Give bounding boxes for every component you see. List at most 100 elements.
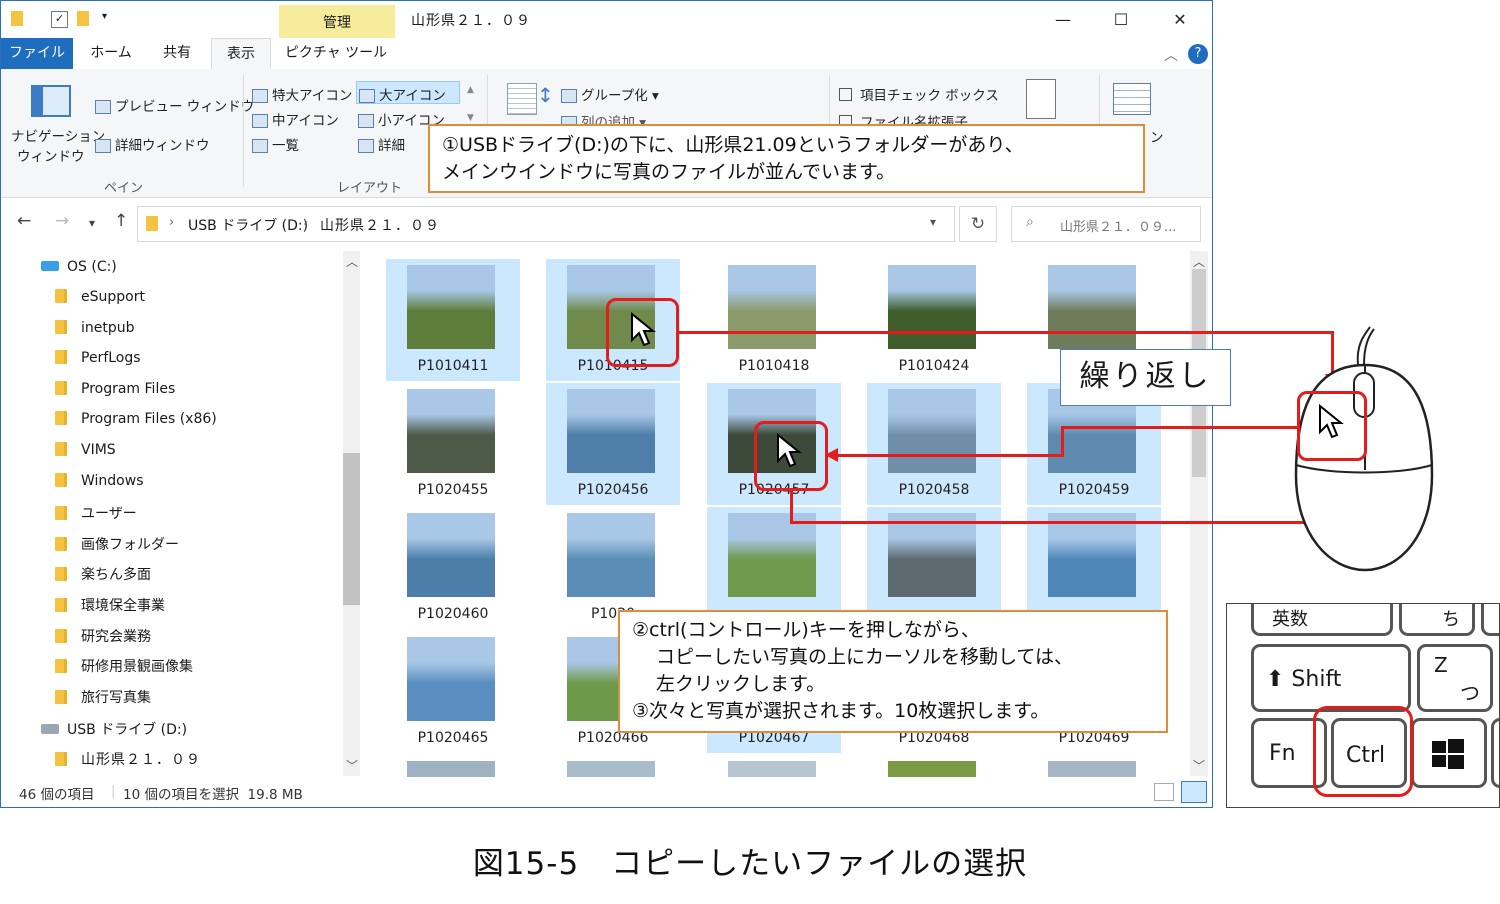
navigation-pane-label-1[interactable]: ナビゲーション xyxy=(11,125,105,145)
key-chi: ち xyxy=(1399,604,1475,636)
item-checkboxes-option[interactable]: 項目チェック ボックス xyxy=(839,84,999,104)
collapse-ribbon-icon[interactable]: ︿ xyxy=(1164,45,1178,65)
nav-folder-item[interactable]: Program Files xyxy=(55,380,175,397)
nav-folder-item[interactable]: ユーザー xyxy=(55,503,137,523)
search-placeholder: 山形県２１．０９... xyxy=(1060,220,1177,235)
navigation-pane-icon[interactable] xyxy=(31,85,71,117)
nav-folder-item[interactable]: Windows xyxy=(55,472,144,489)
help-icon[interactable]: ? xyxy=(1188,44,1208,64)
nav-scroll-down-icon[interactable]: ﹀ xyxy=(346,757,358,774)
title-bar: ✓ ▾ 管理 山形県２１．０９ — ☐ ✕ xyxy=(1,1,1212,39)
breadcrumb-drive[interactable]: USB ドライブ (D:) xyxy=(188,215,308,235)
nav-folder-item[interactable]: PerfLogs xyxy=(55,350,141,366)
list-view-icon xyxy=(252,139,268,153)
sort-by-icon[interactable] xyxy=(507,83,537,115)
file-thumbnail[interactable]: P1010411 xyxy=(386,259,520,381)
content-scroll-down-icon[interactable]: ﹀ xyxy=(1193,757,1205,774)
list-option[interactable]: 一覧 xyxy=(252,134,299,154)
nav-folder-item[interactable]: 画像フォルダー xyxy=(55,534,179,554)
new-folder-icon[interactable] xyxy=(77,11,89,26)
nav-folder-label: inetpub xyxy=(81,319,135,336)
nav-folder-item[interactable]: 旅行写真集 xyxy=(55,687,151,707)
file-name-label: P1020460 xyxy=(417,606,489,622)
checkmark-icon[interactable]: ✓ xyxy=(51,11,68,28)
details-view-toggle-icon[interactable] xyxy=(1154,783,1174,801)
callout-bottom-line2: コピーしたい写真の上にカーソルを移動しては、 xyxy=(656,646,1074,668)
photo-image xyxy=(728,513,816,597)
tab-file[interactable]: ファイル xyxy=(1,38,73,69)
tab-view[interactable]: 表示 xyxy=(211,38,271,69)
layout-scroll-up-icon[interactable]: ▲ xyxy=(467,85,474,95)
nav-usb-folder[interactable]: 山形県２１．０９ xyxy=(55,749,201,769)
layout-scroll-down-icon[interactable]: ▼ xyxy=(467,113,474,123)
nav-os-drive[interactable]: OS (C:) xyxy=(41,259,117,275)
photo-image xyxy=(1048,513,1136,597)
back-arrow-icon[interactable]: ← xyxy=(17,211,31,231)
nav-scrollbar-thumb[interactable] xyxy=(343,453,360,605)
close-button[interactable]: ✕ xyxy=(1151,1,1209,38)
options-label[interactable]: ン xyxy=(1150,126,1164,146)
nav-folder-item[interactable]: inetpub xyxy=(55,319,135,336)
photo-image xyxy=(407,265,495,349)
thumbnail-partial[interactable] xyxy=(407,761,495,777)
large-icons-option[interactable]: 大アイコン xyxy=(356,81,460,104)
preview-pane-button[interactable]: プレビュー ウィンドウ xyxy=(95,95,254,115)
large-icons-view-toggle-icon[interactable] xyxy=(1181,781,1207,803)
nav-folder-item[interactable]: 研修用景観画像集 xyxy=(55,656,193,676)
maximize-button[interactable]: ☐ xyxy=(1092,1,1150,38)
extra-large-icons-option[interactable]: 特大アイコン xyxy=(252,84,352,104)
file-thumbnail[interactable]: P1020465 xyxy=(386,631,520,753)
file-thumbnail[interactable]: P1020458 xyxy=(867,383,1001,505)
nav-usb-drive[interactable]: USB ドライブ (D:) xyxy=(41,719,187,739)
medium-icons-option[interactable]: 中アイコン xyxy=(252,109,339,129)
nav-folder-label: 研修用景観画像集 xyxy=(81,659,193,676)
nav-folder-label: eSupport xyxy=(81,289,145,305)
quick-access-dropdown-icon[interactable]: ▾ xyxy=(102,11,107,22)
breadcrumb-folder[interactable]: 山形県２１．０９ xyxy=(320,215,440,235)
minimize-button[interactable]: — xyxy=(1034,1,1092,38)
options-icon[interactable] xyxy=(1113,83,1151,115)
search-input[interactable]: ⌕ 山形県２１．０９... xyxy=(1011,206,1201,242)
recent-locations-icon[interactable]: ▾ xyxy=(89,216,95,230)
nav-folder-item[interactable]: 環境保全事業 xyxy=(55,595,165,615)
folder-icon xyxy=(55,506,67,521)
nav-usb-drive-label: USB ドライブ (D:) xyxy=(67,722,188,738)
group-by-icon xyxy=(561,89,577,103)
navigation-pane-label-2[interactable]: ウィンドウ xyxy=(17,145,85,165)
thumbnail-partial[interactable] xyxy=(567,761,655,777)
file-thumbnail[interactable]: P1010418 xyxy=(707,259,841,381)
up-arrow-icon[interactable]: ↑ xyxy=(114,211,128,231)
group-by-button[interactable]: グループ化 ▾ xyxy=(561,84,659,104)
context-tab-manage[interactable]: 管理 xyxy=(279,5,395,39)
refresh-icon[interactable]: ↻ xyxy=(959,206,997,242)
nav-folder-item[interactable]: 研究会業務 xyxy=(55,626,151,646)
nav-folder-item[interactable]: eSupport xyxy=(55,289,145,305)
tab-home[interactable]: ホーム xyxy=(81,38,141,69)
details-option[interactable]: 詳細 xyxy=(358,134,405,154)
repeat-line-to-photo xyxy=(836,454,1064,457)
address-dropdown-icon[interactable]: ▾ xyxy=(930,215,936,229)
file-thumbnail[interactable]: P1020460 xyxy=(386,507,520,629)
key-partial xyxy=(1491,718,1499,788)
tab-picture-tools[interactable]: ピクチャ ツール xyxy=(281,38,391,69)
item-checkboxes-label: 項目チェック ボックス xyxy=(860,88,999,104)
mouse-pointer-icon xyxy=(1319,404,1344,439)
content-scroll-up-icon[interactable]: ︿ xyxy=(1193,253,1205,270)
address-bar[interactable]: › USB ドライブ (D:) › 山形県２１．０９ ▾ xyxy=(137,206,955,242)
file-thumbnail[interactable]: P1020455 xyxy=(386,383,520,505)
nav-folder-item[interactable]: VIMS xyxy=(55,442,116,458)
nav-folder-item[interactable]: 楽ちん多面 xyxy=(55,564,151,584)
file-thumbnail[interactable]: P1010424 xyxy=(867,259,1001,381)
forward-arrow-icon[interactable]: → xyxy=(55,211,69,231)
folder-icon xyxy=(55,350,67,365)
thumbnail-partial[interactable] xyxy=(1048,761,1136,777)
nav-folder-item[interactable]: Program Files (x86) xyxy=(55,411,217,427)
hide-selected-items-icon[interactable] xyxy=(1026,79,1056,119)
nav-folder-label: VIMS xyxy=(81,442,116,458)
thumbnail-partial[interactable] xyxy=(728,761,816,777)
tab-share[interactable]: 共有 xyxy=(147,38,207,69)
file-thumbnail[interactable]: P1020456 xyxy=(546,383,680,505)
thumbnail-partial[interactable] xyxy=(888,761,976,777)
nav-scroll-up-icon[interactable]: ︿ xyxy=(346,253,358,270)
details-pane-button[interactable]: 詳細ウィンドウ xyxy=(95,134,210,154)
